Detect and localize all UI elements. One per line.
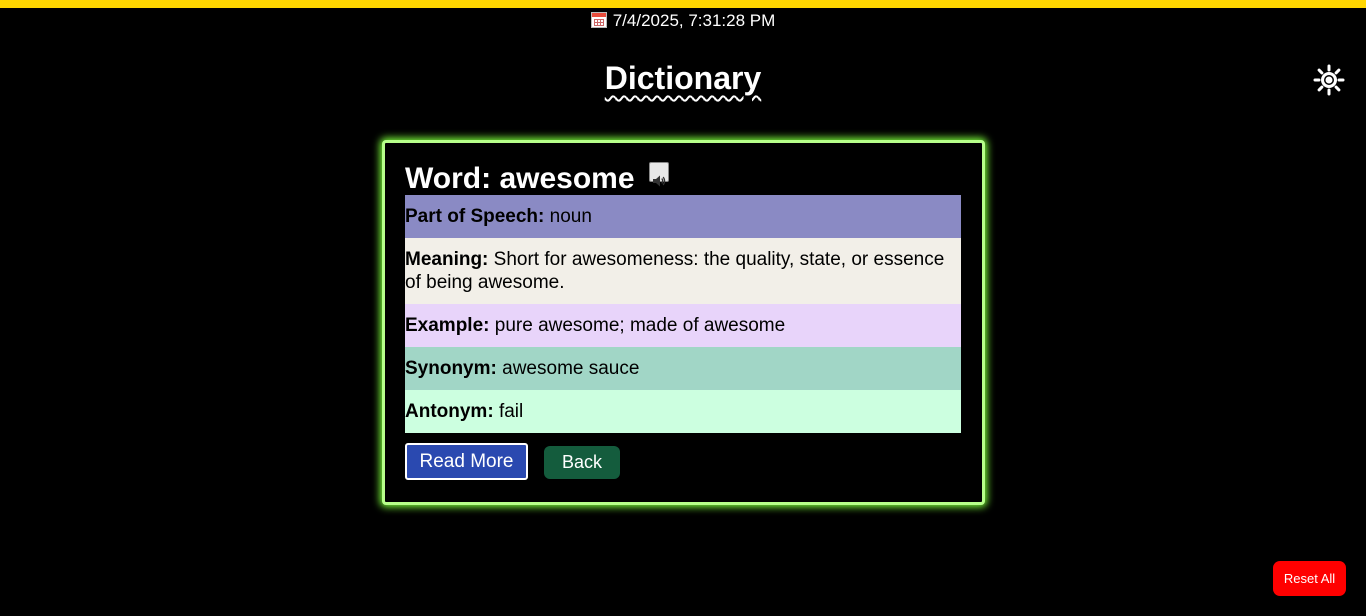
theme-toggle-button[interactable] [1313,64,1345,96]
calendar-icon [590,12,607,28]
word-value: awesome [499,162,635,195]
datetime-text: 7/4/2025, 7:31:28 PM [612,11,776,30]
word-label: Word: [405,162,492,195]
word-card: Word: awesome Part of Speech: noun Meani… [382,140,985,505]
datetime-display: 7/4/2025, 7:31:28 PM [0,10,1366,32]
definition-rows: Part of Speech: noun Meaning: Short for … [405,195,961,433]
part-of-speech-label: Part of Speech: [405,206,545,227]
pronounce-button[interactable] [648,162,669,187]
page-title: Dictionary [0,58,1366,98]
page-title-text: Dictionary [604,60,762,96]
synonym-value: awesome sauce [502,358,640,379]
antonym-row: Antonym: fail [405,390,961,433]
word-heading: Word: awesome [405,161,669,197]
meaning-row: Meaning: Short for awesomeness: the qual… [405,238,961,304]
part-of-speech-value: noun [549,206,592,227]
example-row: Example: pure awesome; made of awesome [405,304,961,347]
antonym-value: fail [498,401,524,422]
speaker-icon [652,175,666,187]
top-accent-bar [0,0,1366,8]
sun-icon [1313,64,1345,96]
back-button[interactable]: Back [544,446,620,479]
read-more-button[interactable]: Read More [405,443,528,480]
meaning-label: Meaning: [405,249,489,270]
antonym-label: Antonym: [405,401,494,422]
example-value: pure awesome; made of awesome [494,315,786,336]
synonym-label: Synonym: [405,358,497,379]
example-label: Example: [405,315,490,336]
reset-all-button[interactable]: Reset All [1273,561,1346,596]
part-of-speech-row: Part of Speech: noun [405,195,961,238]
synonym-row: Synonym: awesome sauce [405,347,961,390]
